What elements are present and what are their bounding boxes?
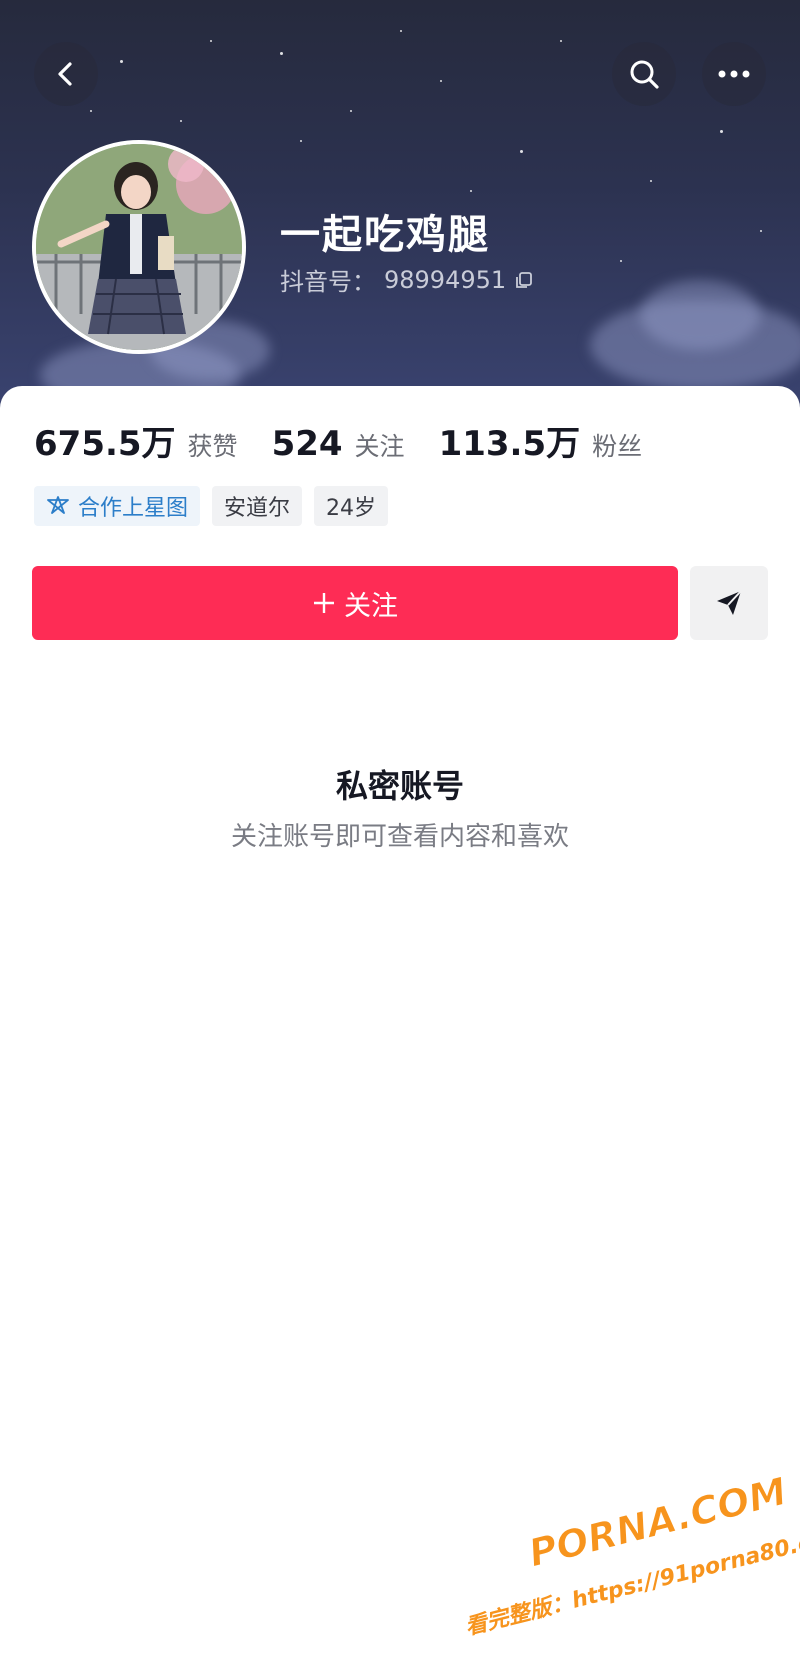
- stat-label: 粉丝: [592, 432, 643, 461]
- stat-following[interactable]: 524 关注: [272, 424, 405, 464]
- profile-tags: 合作上星图 安道尔 24岁: [34, 486, 389, 526]
- tag-xingtu-label: 合作上星图: [78, 496, 189, 521]
- stat-number: 524: [271, 424, 343, 464]
- share-send-icon: [717, 590, 742, 615]
- stat-label: 关注: [354, 432, 405, 461]
- tag-xingtu[interactable]: 合作上星图: [34, 486, 201, 526]
- more-dots-icon: [718, 70, 750, 78]
- share-button[interactable]: [690, 566, 768, 640]
- xingtu-star-icon: [47, 496, 69, 514]
- douyin-id-value: 98994951: [384, 265, 507, 294]
- plus-icon: [314, 593, 334, 613]
- back-button[interactable]: [34, 42, 98, 106]
- search-icon: [630, 60, 659, 89]
- back-arrow-icon: [58, 62, 72, 86]
- stat-likes[interactable]: 675.5万 获赞: [34, 416, 238, 465]
- douyin-id: 抖音号： 98994951: [280, 262, 534, 297]
- douyin-id-label: 抖音号：: [280, 268, 376, 296]
- stat-label: 获赞: [187, 432, 238, 461]
- copy-icon[interactable]: [514, 270, 534, 290]
- follow-button[interactable]: 关注: [32, 566, 678, 640]
- username: 一起吃鸡腿: [280, 212, 490, 258]
- profile-page: 一起吃鸡腿 抖音号： 98994951 675.5万 获赞 524 关注 113…: [0, 0, 800, 1665]
- tag-age: 24岁: [314, 486, 389, 526]
- search-button[interactable]: [612, 42, 676, 106]
- tag-location: 安道尔: [212, 486, 303, 526]
- stat-followers[interactable]: 113.5万 粉丝: [439, 416, 643, 465]
- follow-button-label: 关注: [344, 590, 398, 622]
- avatar[interactable]: [32, 140, 246, 354]
- stat-number: 113.5万: [438, 424, 581, 464]
- profile-card: 675.5万 获赞 524 关注 113.5万 粉丝 合作上星图 安道尔 24岁: [0, 386, 800, 1665]
- stats-row: 675.5万 获赞 524 关注 113.5万 粉丝: [34, 416, 676, 465]
- private-account-title: 私密账号: [335, 767, 464, 805]
- more-button[interactable]: [702, 42, 766, 106]
- stat-number: 675.5万: [34, 424, 176, 464]
- avatar-photo: [36, 144, 242, 350]
- private-account-subtitle: 关注账号即可查看内容和喜欢: [230, 822, 569, 852]
